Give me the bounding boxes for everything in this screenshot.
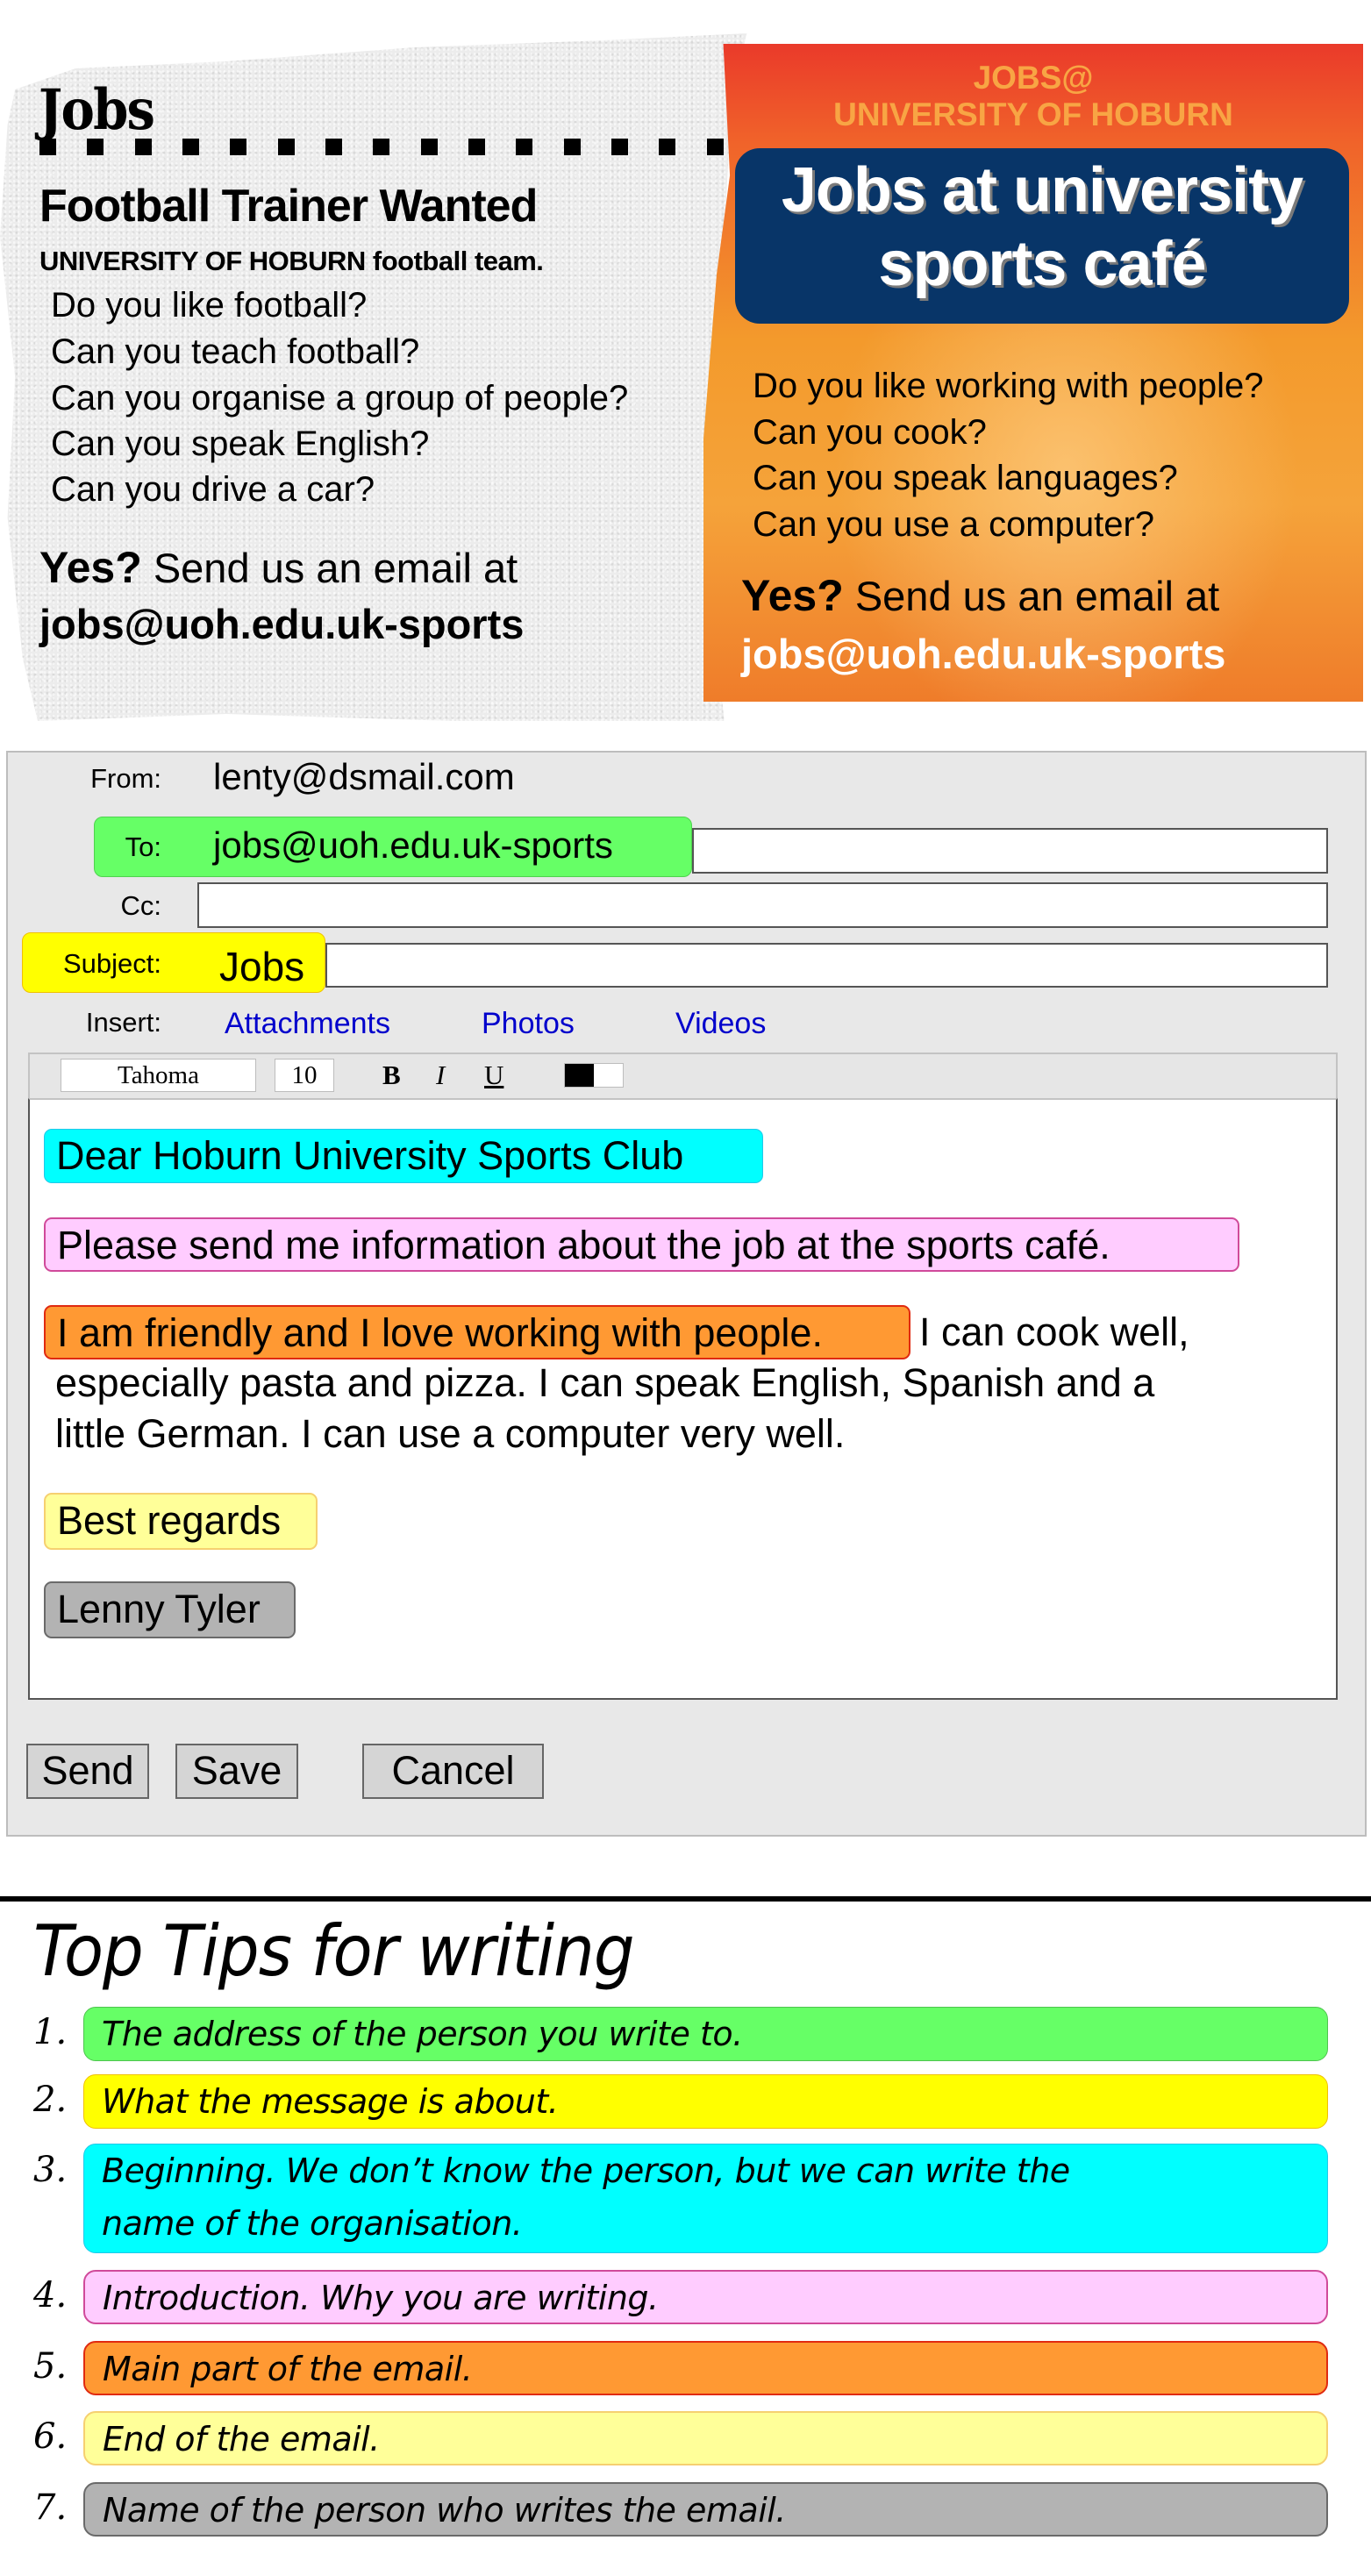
tip-item: Beginning. We don’t know the person, but… — [83, 2144, 1328, 2253]
cta-text: Send us an email at — [153, 545, 518, 591]
jobs-heading: Jobs — [39, 77, 155, 143]
football-question: Can you teach football? — [51, 332, 420, 371]
cafe-question: Can you cook? — [753, 413, 987, 452]
text-color-picker[interactable] — [564, 1063, 624, 1088]
tips-title: Top Tips for writing — [33, 1910, 635, 1992]
to-input-extension[interactable] — [692, 828, 1328, 874]
send-button[interactable]: Send — [26, 1744, 149, 1799]
football-question: Can you speak English? — [51, 425, 430, 463]
cafe-question: Can you speak languages? — [753, 459, 1178, 497]
football-ad-cta: Yes? Send us an email at — [39, 542, 518, 593]
insert-attachments-link[interactable]: Attachments — [225, 1007, 390, 1041]
tip-item: The address of the person you write to. — [83, 2007, 1328, 2061]
tip-number: 6. — [33, 2416, 68, 2457]
cafe-ad-kicker-line2: UNIVERSITY OF HOBURN — [833, 96, 1233, 132]
save-button[interactable]: Save — [175, 1744, 298, 1799]
main-highlight: I am friendly and I love working with pe… — [44, 1305, 910, 1359]
tip-item: Name of the person who writes the email. — [83, 2482, 1328, 2537]
cafe-ad-kicker-line1: JOBS@ — [973, 60, 1094, 96]
subject-input-extension[interactable] — [325, 943, 1328, 988]
to-label: To: — [125, 831, 161, 862]
from-label: From: — [90, 763, 161, 794]
tip-number: 3. — [33, 2150, 68, 2190]
tip-text-line: name of the organisation. — [102, 2204, 523, 2243]
font-family-select[interactable]: Tahoma — [61, 1059, 256, 1092]
section-divider — [0, 1896, 1371, 1902]
tip-item: Main part of the email. — [83, 2341, 1328, 2395]
font-size-select[interactable]: 10 — [275, 1059, 334, 1092]
underline-button[interactable]: U — [484, 1059, 503, 1092]
insert-photos-link[interactable]: Photos — [482, 1007, 575, 1041]
cc-label: Cc: — [120, 890, 162, 921]
body-text: I can cook well, — [919, 1309, 1189, 1354]
tip-text-line: Beginning. We don’t know the person, but… — [102, 2151, 1070, 2190]
football-question: Do you like football? — [51, 286, 368, 325]
tip-number: 7. — [33, 2487, 68, 2528]
subject-label: Subject: — [62, 948, 161, 979]
tip-item: Introduction. Why you are writing. — [83, 2270, 1328, 2324]
tip-number: 4. — [33, 2275, 68, 2316]
introduction-highlight: Please send me information about the job… — [44, 1217, 1239, 1272]
cafe-ad-cta: Yes? Send us an email at — [741, 570, 1219, 621]
yes-label: Yes? — [741, 571, 844, 620]
tip-item: End of the email. — [83, 2411, 1328, 2465]
cafe-ad-email: jobs@uoh.edu.uk-sports — [741, 631, 1226, 677]
body-text: little German. I can use a computer very… — [55, 1411, 846, 1456]
yes-label: Yes? — [39, 543, 142, 592]
football-ad-title: Football Trainer Wanted — [39, 181, 538, 232]
bold-button[interactable]: B — [382, 1059, 401, 1092]
tip-number: 2. — [33, 2080, 68, 2120]
football-ad-email: jobs@uoh.edu.uk-sports — [39, 601, 525, 647]
dashed-divider — [39, 139, 724, 156]
from-value: lenty@dsmail.com — [213, 756, 515, 797]
cc-input[interactable] — [197, 882, 1328, 928]
tip-number: 5. — [33, 2346, 68, 2387]
football-question: Can you organise a group of people? — [51, 379, 629, 417]
greeting-highlight: Dear Hoburn University Sports Club — [44, 1129, 763, 1183]
cafe-question: Do you like working with people? — [753, 367, 1264, 405]
closing-highlight: Best regards — [44, 1493, 318, 1550]
tip-number: 1. — [33, 2012, 68, 2052]
insert-label: Insert: — [85, 1007, 161, 1038]
insert-videos-link[interactable]: Videos — [675, 1007, 766, 1041]
cafe-question: Can you use a computer? — [753, 505, 1155, 544]
to-input[interactable]: jobs@uoh.edu.uk-sports — [213, 824, 613, 867]
signature-highlight: Lenny Tyler — [44, 1581, 296, 1638]
cta-text: Send us an email at — [854, 573, 1220, 619]
cafe-ad-title-line2: sports café — [878, 229, 1206, 299]
football-question: Can you drive a car? — [51, 470, 375, 509]
football-ad-subtitle: UNIVERSITY OF HOBURN football team. — [39, 246, 544, 276]
tip-item: What the message is about. — [83, 2074, 1328, 2129]
italic-button[interactable]: I — [436, 1059, 445, 1092]
subject-input[interactable]: Jobs — [219, 943, 304, 990]
cancel-button[interactable]: Cancel — [362, 1744, 544, 1799]
cafe-ad-title-line1: Jobs at university — [781, 155, 1303, 225]
body-text: especially pasta and pizza. I can speak … — [55, 1360, 1155, 1405]
